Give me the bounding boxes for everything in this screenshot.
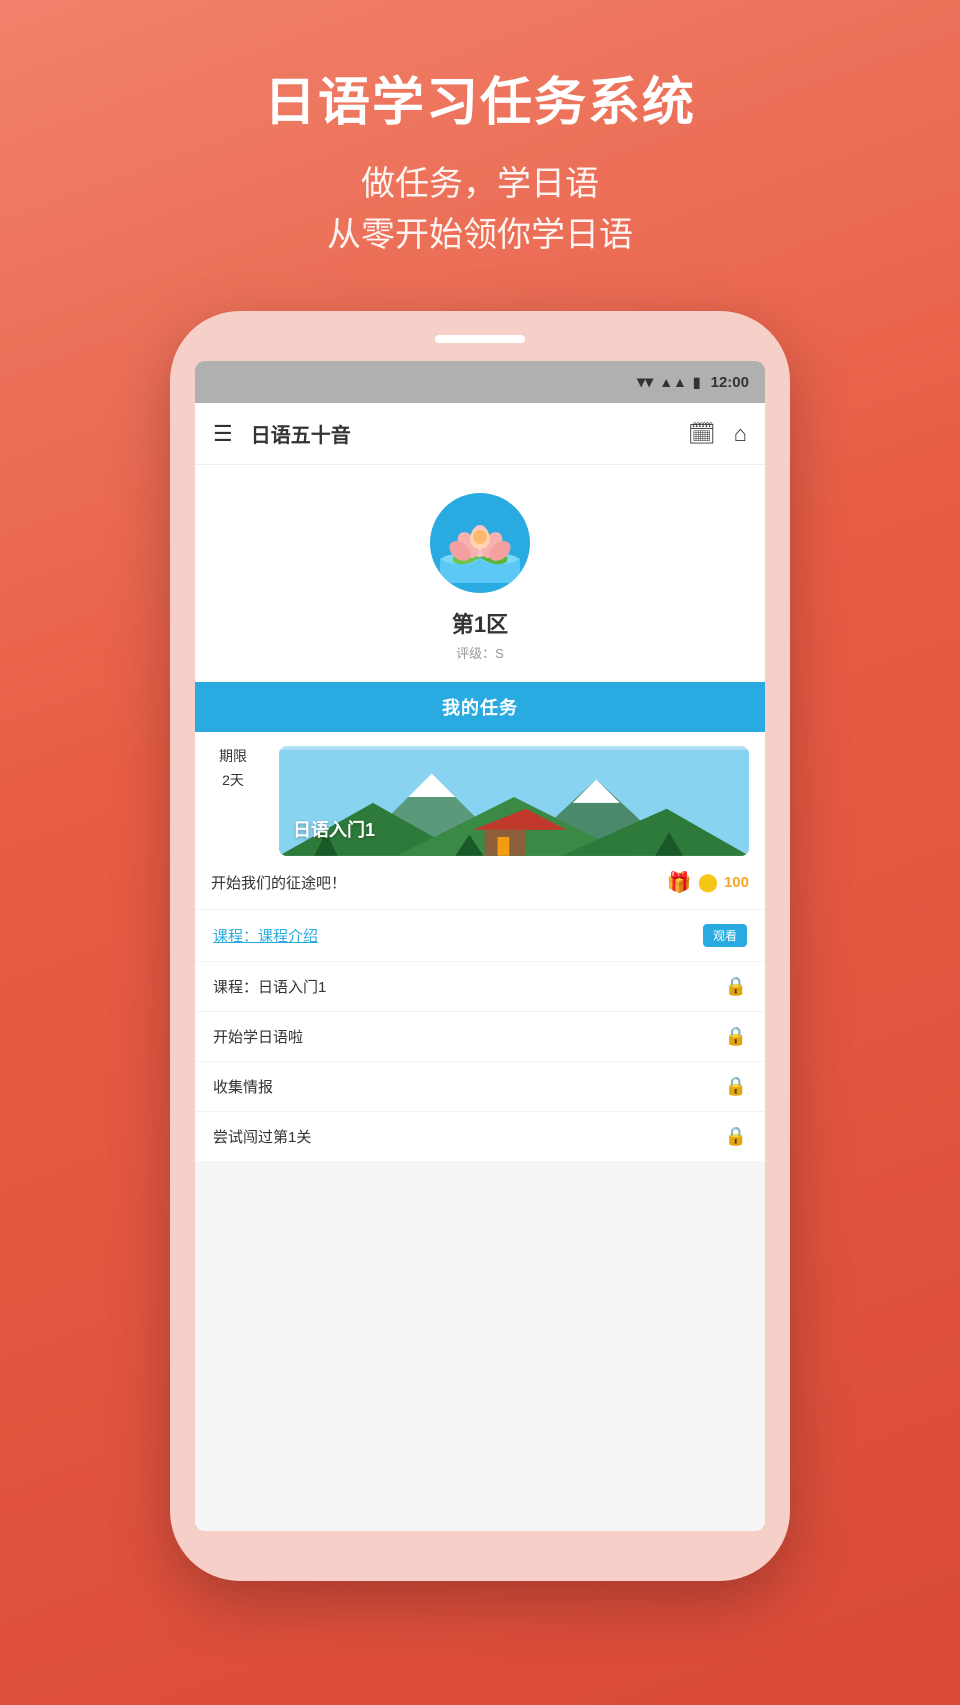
coin-icon: ⬤ [698, 872, 718, 893]
home-icon[interactable]: ⌂ [734, 421, 747, 447]
list-item: 课程：日语入门1 🔒 [195, 962, 765, 1012]
lesson-list: 课程：课程介绍 观看 课程：日语入门1 🔒 开始学日语啦 🔒 [195, 910, 765, 1161]
coin-count: 100 [724, 874, 749, 891]
reward-coins: 🎁 ⬤ 100 [667, 870, 749, 895]
deadline-column: 期限 2天 [211, 746, 255, 856]
content-area: 第1区 评级：S 我的任务 期限 2天 [195, 465, 765, 1531]
main-title: 日语学习任务系统 [264, 60, 696, 135]
subtitle: 做任务，学日语 从零开始领你学日语 [264, 159, 696, 261]
lesson-name-1: 课程：日语入门1 [213, 976, 326, 997]
zone-rating: 评级：S [456, 643, 504, 662]
list-item: 尝试闯过第1关 🔒 [195, 1112, 765, 1161]
time-display: 12:00 [711, 374, 749, 391]
gift-icon: 🎁 [667, 870, 692, 895]
calendar-icon[interactable]: 🗓 [688, 421, 716, 447]
tasks-banner-label: 我的任务 [442, 694, 518, 720]
lock-icon-2: 🔒 [725, 1026, 747, 1047]
battery-icon: ▮ [693, 374, 701, 391]
reward-row: 开始我们的征途吧！ 🎁 ⬤ 100 [195, 856, 765, 910]
lock-icon-3: 🔒 [725, 1076, 747, 1097]
deadline-days: 2天 [222, 770, 244, 790]
lesson-name-2: 开始学日语啦 [213, 1026, 303, 1047]
profile-section: 第1区 评级：S [195, 465, 765, 682]
lesson-name-3: 收集情报 [213, 1076, 273, 1097]
avatar-image [440, 503, 520, 583]
header-section: 日语学习任务系统 做任务，学日语 从零开始领你学日语 [264, 60, 696, 261]
wifi-icon: ▾▾ [637, 372, 653, 392]
task-section: 期限 2天 [195, 732, 765, 1161]
subtitle-line2: 从零开始领你学日语 [327, 216, 633, 254]
lock-icon-4: 🔒 [725, 1126, 747, 1147]
signal-icon: ▲▲ [659, 374, 687, 390]
phone-top-bar [435, 335, 525, 343]
status-icons: ▾▾ ▲▲ ▮ 12:00 [637, 372, 749, 392]
app-toolbar: ☰ 日语五十音 🗓 ⌂ [195, 403, 765, 465]
lock-icon-1: 🔒 [725, 976, 747, 997]
list-item: 开始学日语啦 🔒 [195, 1012, 765, 1062]
tasks-banner[interactable]: 我的任务 [195, 682, 765, 732]
phone-frame: ▾▾ ▲▲ ▮ 12:00 ☰ 日语五十音 🗓 ⌂ [170, 311, 790, 1581]
course-image-label: 日语入门1 [293, 816, 375, 842]
deadline-label: 期限 [219, 746, 247, 766]
list-item: 课程：课程介绍 观看 [195, 910, 765, 962]
lesson-name-4: 尝试闯过第1关 [213, 1126, 311, 1147]
subtitle-line1: 做任务，学日语 [361, 165, 599, 203]
hamburger-menu-icon[interactable]: ☰ [213, 421, 233, 447]
watch-badge-0[interactable]: 观看 [703, 924, 747, 947]
course-image: 日语入门1 [279, 746, 749, 856]
status-bar: ▾▾ ▲▲ ▮ 12:00 [195, 361, 765, 403]
lesson-name-0[interactable]: 课程：课程介绍 [213, 925, 318, 946]
list-item: 收集情报 🔒 [195, 1062, 765, 1112]
toolbar-action-icons: 🗓 ⌂ [688, 421, 747, 447]
zone-name: 第1区 [452, 607, 508, 639]
phone-screen: ▾▾ ▲▲ ▮ 12:00 ☰ 日语五十音 🗓 ⌂ [195, 361, 765, 1531]
app-title-label: 日语五十音 [251, 419, 688, 448]
avatar [430, 493, 530, 593]
reward-text: 开始我们的征途吧！ [211, 872, 346, 893]
task-header-row: 期限 2天 [195, 732, 765, 856]
